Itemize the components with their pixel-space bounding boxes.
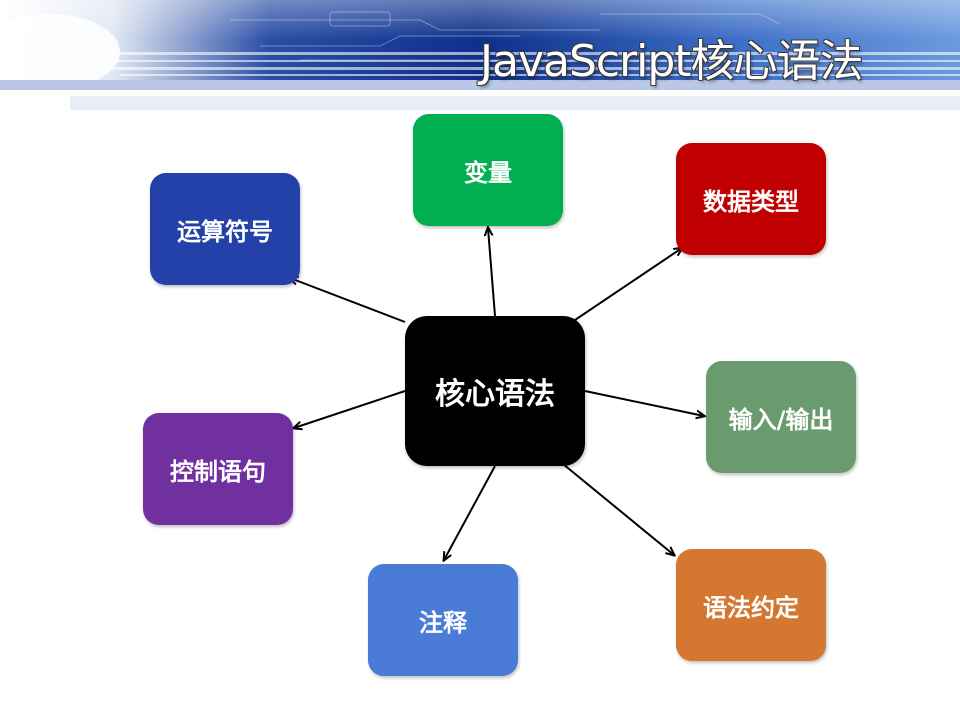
node-control: 控制语句: [143, 413, 293, 525]
node-io: 输入/输出: [706, 361, 856, 473]
arrow-to-control: [294, 390, 406, 428]
arrow-to-comments: [444, 465, 496, 560]
arrow-to-conventions: [562, 463, 674, 555]
node-operators: 运算符号: [150, 173, 300, 285]
arrow-to-data-types: [574, 248, 682, 321]
center-node: 核心语法: [405, 316, 585, 466]
arrow-to-io: [584, 390, 704, 416]
node-conventions: 语法约定: [676, 549, 826, 661]
node-variable: 变量: [413, 114, 563, 226]
arrow-to-variable: [488, 228, 496, 317]
arrow-to-operators: [290, 278, 406, 323]
node-data-types: 数据类型: [676, 143, 826, 255]
slide: JavaScript核心语法 核心语法 变量 数据类型 输入/输出 语法约定 注…: [0, 0, 960, 720]
node-comments: 注释: [368, 564, 518, 676]
